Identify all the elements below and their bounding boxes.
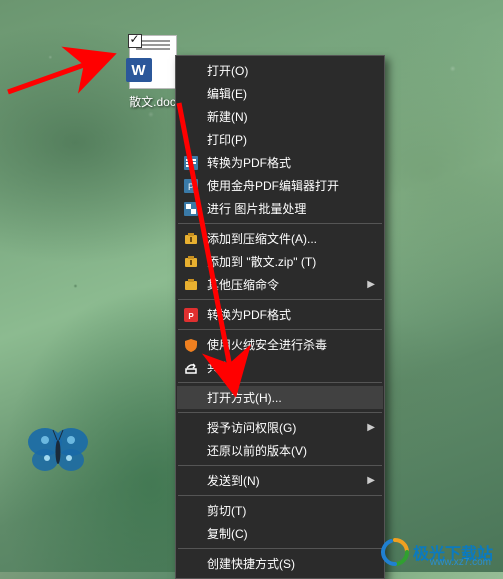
menu-label: 转换为PDF格式 xyxy=(207,154,291,171)
menu-separator xyxy=(178,223,382,224)
menu-label: 进行 图片批量处理 xyxy=(207,200,306,217)
menu-label: 其他压缩命令 xyxy=(207,276,279,293)
menu-batch-image[interactable]: 进行 图片批量处理 xyxy=(177,197,383,220)
menu-label: 编辑(E) xyxy=(207,85,247,102)
menu-open-with[interactable]: 打开方式(H)... xyxy=(177,386,383,409)
zip-icon xyxy=(183,254,199,270)
menu-label: 打开方式(H)... xyxy=(207,389,282,406)
menu-label: 创建快捷方式(S) xyxy=(207,555,295,572)
selection-checkbox-icon xyxy=(128,34,142,48)
menu-label: 打开(O) xyxy=(207,62,248,79)
menu-edit[interactable]: 编辑(E) xyxy=(177,82,383,105)
pdf-red-icon: P xyxy=(183,307,199,323)
menu-separator xyxy=(178,465,382,466)
chevron-right-icon: ▶ xyxy=(367,422,375,433)
menu-label: 复制(C) xyxy=(207,525,248,542)
menu-convert-pdf-2[interactable]: P 转换为PDF格式 xyxy=(177,303,383,326)
image-batch-icon xyxy=(183,201,199,217)
chevron-right-icon: ▶ xyxy=(367,475,375,486)
menu-convert-pdf-1[interactable]: 转换为PDF格式 xyxy=(177,151,383,174)
shield-icon xyxy=(183,337,199,353)
menu-label: 转换为PDF格式 xyxy=(207,306,291,323)
svg-text:P: P xyxy=(188,182,194,192)
watermark-url: www.xz7.com xyxy=(430,557,491,568)
menu-cut[interactable]: 剪切(T) xyxy=(177,499,383,522)
watermark: 极光下载站 www.xz7.com xyxy=(381,538,493,566)
menu-label: 使用金舟PDF编辑器打开 xyxy=(207,177,339,194)
word-badge-icon: W xyxy=(126,58,152,82)
menu-label: 新建(N) xyxy=(207,108,248,125)
menu-add-zip[interactable]: 添加到 "散文.zip" (T) xyxy=(177,250,383,273)
menu-separator xyxy=(178,495,382,496)
menu-label: 添加到 "散文.zip" (T) xyxy=(207,253,316,270)
pdf-editor-icon: P xyxy=(183,178,199,194)
menu-huorong-scan[interactable]: 使用火绒安全进行杀毒 xyxy=(177,333,383,356)
context-menu: 打开(O) 编辑(E) 新建(N) 打印(P) 转换为PDF格式 P 使用金舟P… xyxy=(175,55,385,579)
menu-open[interactable]: 打开(O) xyxy=(177,59,383,82)
menu-new[interactable]: 新建(N) xyxy=(177,105,383,128)
menu-label: 授予访问权限(G) xyxy=(207,419,296,436)
menu-label: 剪切(T) xyxy=(207,502,246,519)
menu-label: 添加到压缩文件(A)... xyxy=(207,230,317,247)
compress-icon xyxy=(183,277,199,293)
menu-label: 共享 xyxy=(207,359,231,376)
menu-other-compress[interactable]: 其他压缩命令 ▶ xyxy=(177,273,383,296)
menu-separator xyxy=(178,299,382,300)
share-icon xyxy=(183,360,199,376)
watermark-logo-icon xyxy=(381,538,409,566)
menu-separator xyxy=(178,329,382,330)
menu-copy[interactable]: 复制(C) xyxy=(177,522,383,545)
chevron-right-icon: ▶ xyxy=(367,279,375,290)
butterfly-decoration xyxy=(25,420,95,480)
menu-send-to[interactable]: 发送到(N) ▶ xyxy=(177,469,383,492)
menu-label: 还原以前的版本(V) xyxy=(207,442,307,459)
archive-icon xyxy=(183,231,199,247)
menu-separator xyxy=(178,548,382,549)
word-document-icon: W xyxy=(129,35,177,89)
menu-label: 发送到(N) xyxy=(207,472,260,489)
menu-grant-access[interactable]: 授予访问权限(G) ▶ xyxy=(177,416,383,439)
svg-text:P: P xyxy=(188,312,194,321)
menu-restore-previous[interactable]: 还原以前的版本(V) xyxy=(177,439,383,462)
menu-add-archive[interactable]: 添加到压缩文件(A)... xyxy=(177,227,383,250)
menu-share[interactable]: 共享 xyxy=(177,356,383,379)
menu-separator xyxy=(178,382,382,383)
menu-separator xyxy=(178,412,382,413)
menu-label: 使用火绒安全进行杀毒 xyxy=(207,336,327,353)
menu-label: 打印(P) xyxy=(207,131,247,148)
menu-print[interactable]: 打印(P) xyxy=(177,128,383,151)
menu-jinshun-pdf[interactable]: P 使用金舟PDF编辑器打开 xyxy=(177,174,383,197)
pdf-icon xyxy=(183,155,199,171)
